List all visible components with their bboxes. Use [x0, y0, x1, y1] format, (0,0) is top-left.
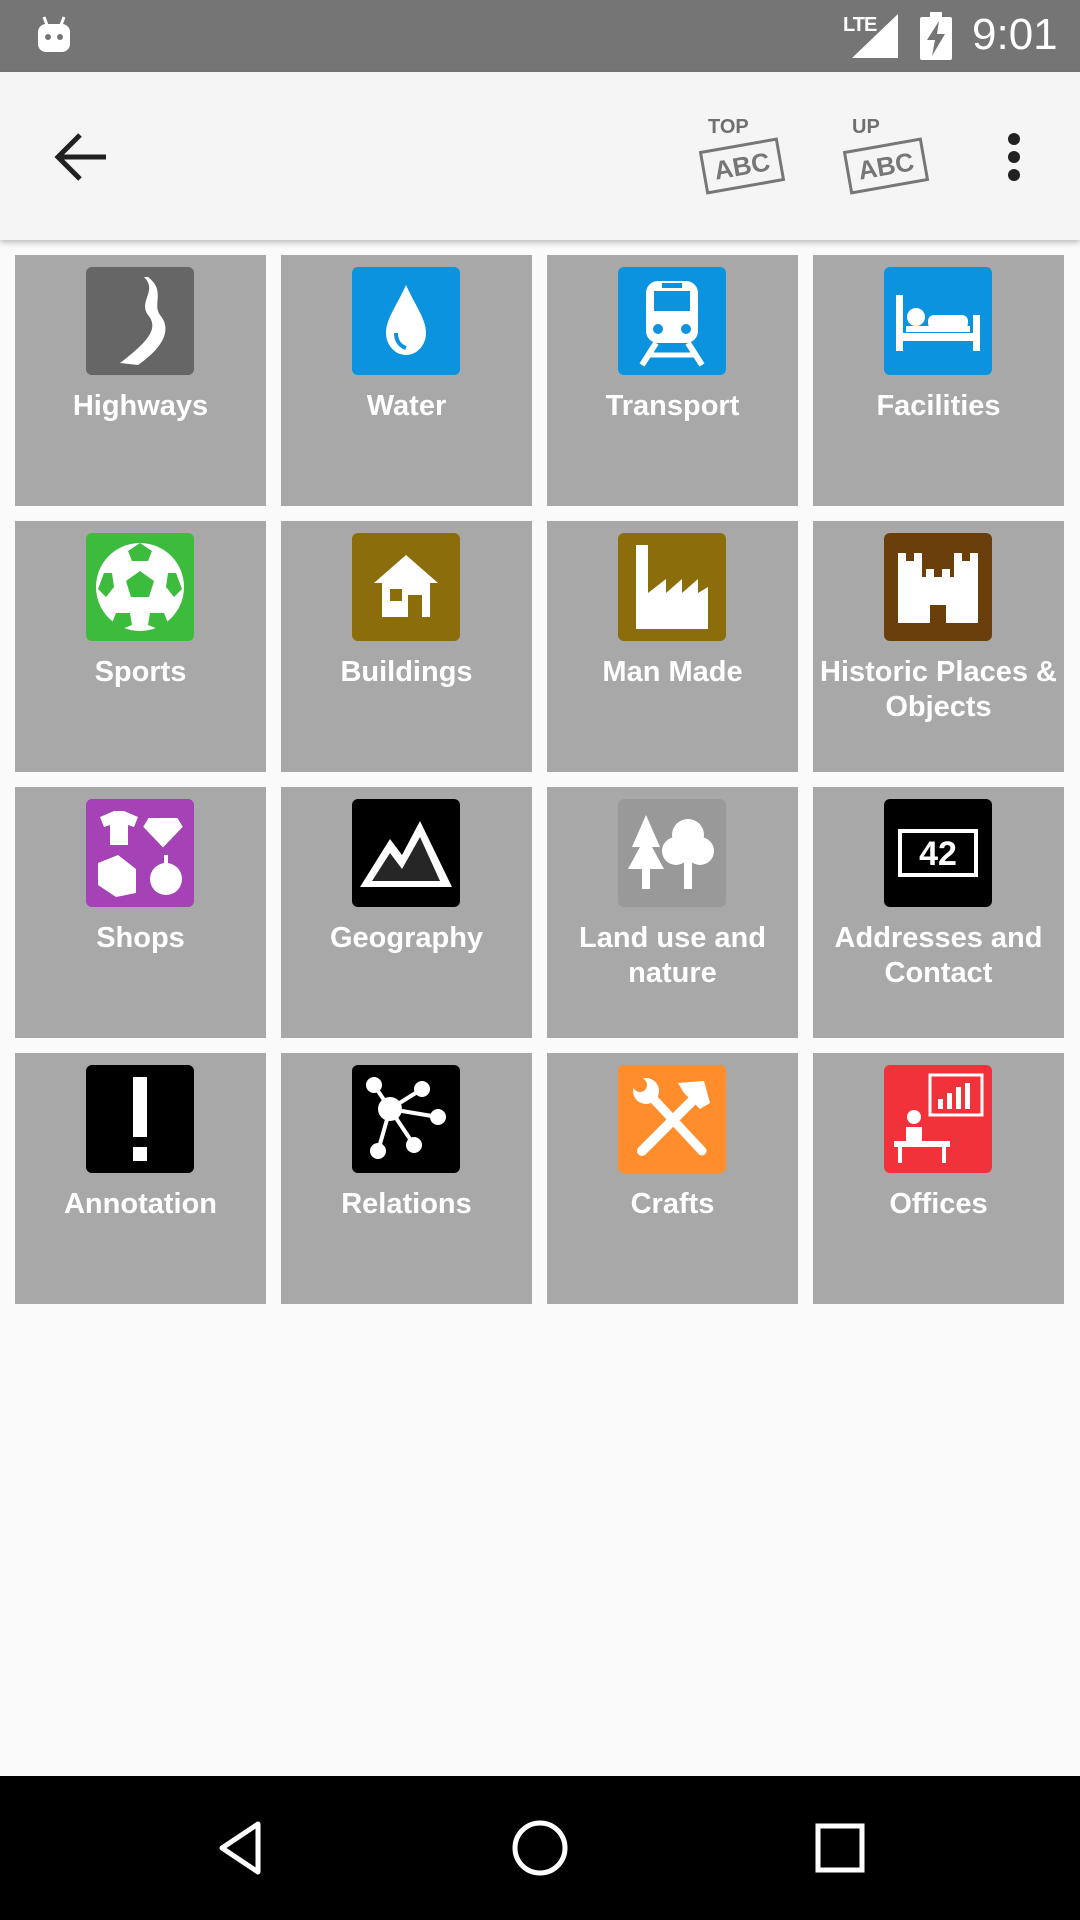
battery-charging-icon — [920, 12, 952, 60]
train-icon — [618, 267, 726, 375]
status-bar: LTE 9:01 — [0, 0, 1080, 72]
castle-icon — [884, 533, 992, 641]
category-label: Relations — [341, 1188, 472, 1220]
category-label: Annotation — [63, 1188, 217, 1220]
shop-items-icon — [86, 799, 194, 907]
category-tile-man-made[interactable]: Man Made — [547, 521, 798, 772]
nav-back-icon[interactable] — [210, 1816, 274, 1880]
stamp-up-small: UP — [852, 116, 880, 138]
category-label: Water — [366, 390, 447, 422]
house-icon — [352, 533, 460, 641]
category-label: Crafts — [630, 1188, 715, 1220]
nav-recents-icon[interactable] — [808, 1816, 872, 1880]
stamp-top-small: TOP — [708, 116, 749, 138]
category-label: Land use and nature — [579, 922, 766, 989]
tools-icon — [618, 1065, 726, 1173]
category-label: Geography — [329, 922, 484, 954]
category-tile-crafts[interactable]: Crafts — [547, 1053, 798, 1304]
road-icon — [86, 267, 194, 375]
stamp-top-box: ABC — [698, 137, 786, 195]
category-grid: Highways Water Transport Facilities Spor… — [15, 255, 1065, 1304]
category-label: Facilities — [876, 390, 1001, 422]
category-tile-water[interactable]: Water — [281, 255, 532, 506]
label-up-button[interactable]: UP ABC — [842, 116, 942, 196]
app-toolbar: TOP ABC UP ABC — [0, 72, 1080, 240]
category-tile-transport[interactable]: Transport — [547, 255, 798, 506]
system-nav-bar — [0, 1776, 1080, 1920]
trees-icon — [618, 799, 726, 907]
category-tile-annotation[interactable]: Annotation — [15, 1053, 266, 1304]
category-tile-highways[interactable]: Highways — [15, 255, 266, 506]
category-label: Man Made — [602, 656, 743, 688]
category-tile-historic[interactable]: Historic Places & Objects — [813, 521, 1064, 772]
category-label: Sports — [94, 656, 187, 688]
bed-icon — [884, 267, 992, 375]
category-tile-offices[interactable]: Offices — [813, 1053, 1064, 1304]
category-tile-geography[interactable]: Geography — [281, 787, 532, 1038]
category-label: Shops — [96, 922, 185, 954]
exclamation-icon — [86, 1065, 194, 1173]
soccer-ball-icon — [86, 533, 194, 641]
arrow-left-icon[interactable] — [50, 127, 114, 187]
address-number-icon: 42 — [884, 799, 992, 907]
mountain-icon — [352, 799, 460, 907]
label-top-button[interactable]: TOP ABC — [698, 116, 798, 196]
factory-icon — [618, 533, 726, 641]
more-vert-icon[interactable] — [1000, 127, 1028, 187]
stamp-up-box: ABC — [842, 137, 930, 195]
category-label: Offices — [889, 1188, 988, 1220]
category-label: Historic Places & Objects — [820, 656, 1057, 723]
address-number-text: 42 — [919, 835, 957, 873]
category-tile-buildings[interactable]: Buildings — [281, 521, 532, 772]
category-tile-facilities[interactable]: Facilities — [813, 255, 1064, 506]
android-debug-icon — [38, 16, 70, 52]
category-label: Highways — [72, 390, 209, 422]
relations-network-icon — [352, 1065, 460, 1173]
category-tile-sports[interactable]: Sports — [15, 521, 266, 772]
category-tile-relations[interactable]: Relations — [281, 1053, 532, 1304]
clock: 9:01 — [972, 10, 1058, 59]
category-tile-addresses[interactable]: 42 Addresses and Contact — [813, 787, 1064, 1038]
nav-home-icon[interactable] — [508, 1816, 572, 1880]
category-tile-shops[interactable]: Shops — [15, 787, 266, 1038]
signal-icon — [852, 14, 898, 58]
category-tile-land-use[interactable]: Land use and nature — [547, 787, 798, 1038]
category-label: Transport — [605, 390, 740, 422]
category-label: Buildings — [340, 656, 473, 688]
category-label: Addresses and Contact — [834, 922, 1043, 989]
water-drop-icon — [352, 267, 460, 375]
office-icon — [884, 1065, 992, 1173]
